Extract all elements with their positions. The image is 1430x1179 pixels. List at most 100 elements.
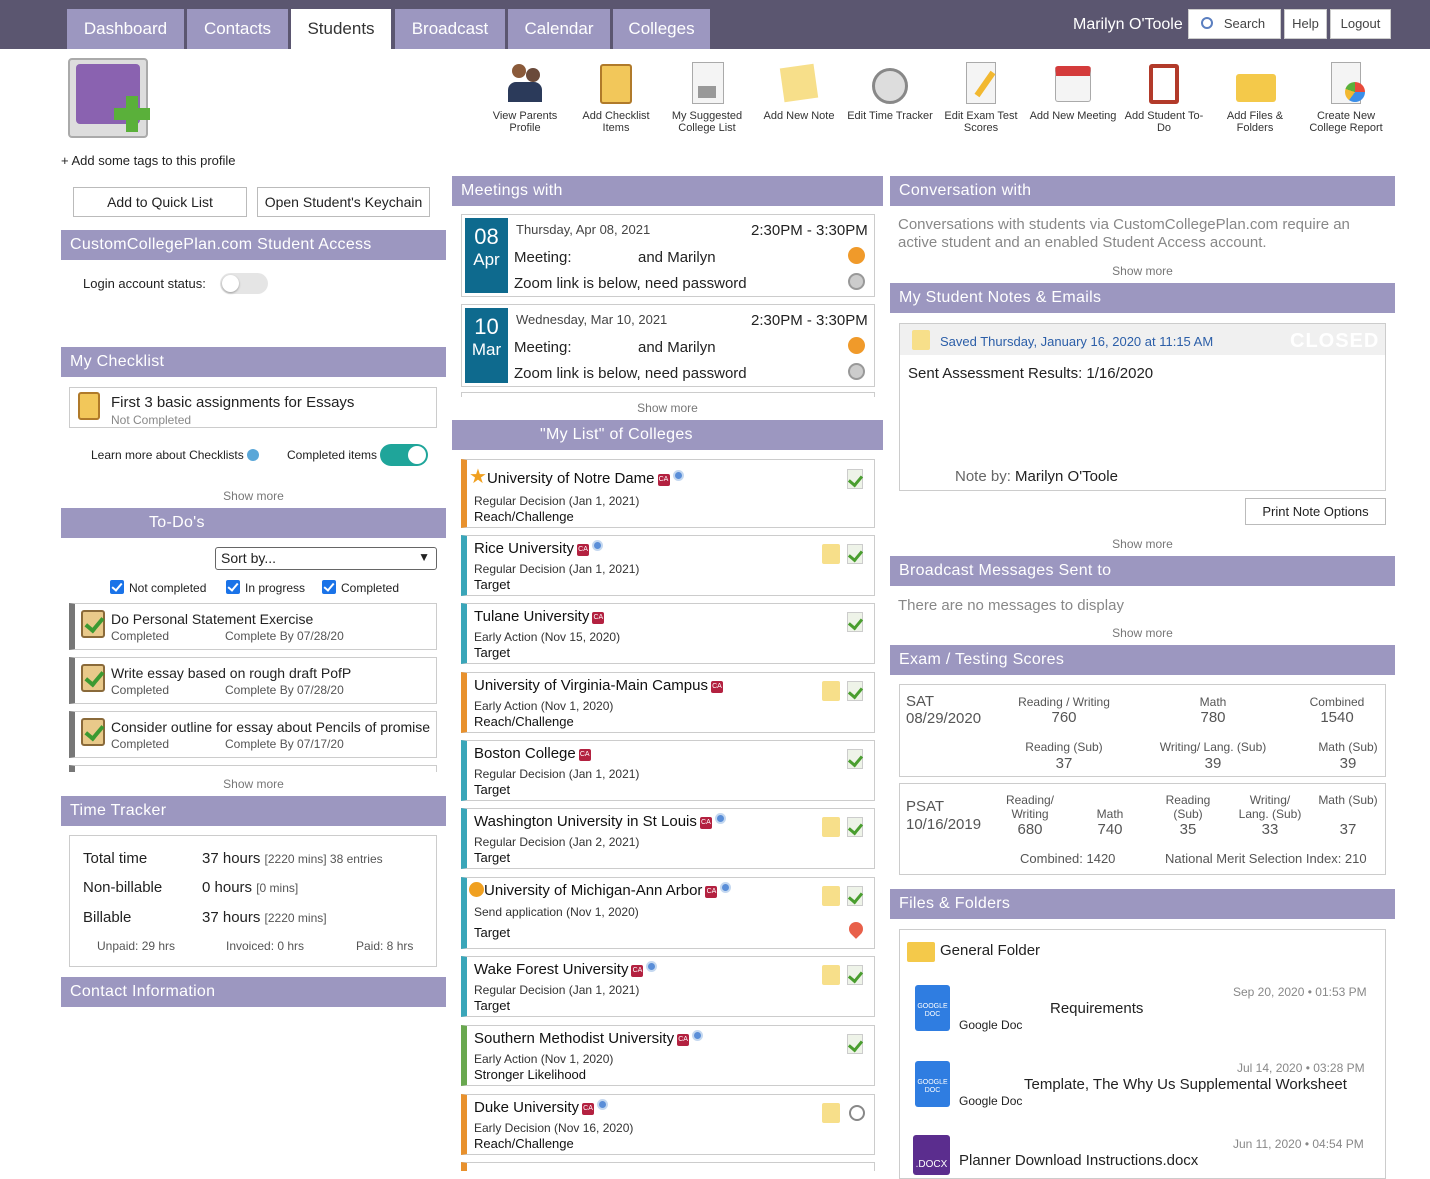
filter-completed[interactable]: Completed — [322, 580, 399, 595]
tab-students[interactable]: Students — [291, 9, 391, 49]
broadcast-show-more[interactable]: Show more — [890, 626, 1395, 640]
broadcast-header: Broadcast Messages Sent to — [890, 556, 1395, 586]
stopwatch-icon[interactable] — [848, 363, 865, 380]
pin-icon[interactable] — [846, 919, 866, 939]
tab-dashboard[interactable]: Dashboard — [67, 9, 184, 49]
filter-in-progress[interactable]: In progress — [226, 580, 305, 595]
note-author-label: Note by: — [955, 468, 1011, 485]
college-card[interactable]: Boston College CA Regular Decision (Jan 1… — [461, 740, 875, 801]
note-icon[interactable] — [822, 886, 840, 906]
file-name[interactable]: Planner Download Instructions.docx — [959, 1152, 1198, 1169]
notes-show-more[interactable]: Show more — [890, 537, 1395, 551]
psat-score-card[interactable]: PSAT 10/16/2019 Reading/ Writing 680 Mat… — [899, 783, 1386, 875]
folder-name[interactable]: General Folder — [940, 942, 1040, 959]
help-button[interactable]: Help — [1284, 9, 1327, 39]
note-icon[interactable] — [822, 817, 840, 837]
todo-item[interactable]: Do Personal Statement Exercise Completed C… — [69, 603, 437, 650]
add-student-todo-tool[interactable]: Add Student To-Do — [1119, 60, 1209, 134]
college-name[interactable]: Tulane University CA — [474, 608, 605, 625]
checklist-done-icon[interactable] — [847, 469, 863, 489]
college-name[interactable]: ★University of Notre Dame CA — [469, 464, 684, 489]
college-card[interactable]: University of Virginia-Main Campus CA Ear… — [461, 672, 875, 733]
todo-item[interactable]: Write essay based on rough draft PofP Com… — [69, 657, 437, 704]
note-icon[interactable] — [822, 544, 840, 564]
file-name[interactable]: Template, The Why Us Supplemental Worksh… — [1024, 1076, 1347, 1093]
todos-show-more[interactable]: Show more — [61, 777, 446, 791]
college-name[interactable]: Boston College CA — [474, 745, 591, 762]
view-parents-profile-tool[interactable]: View Parents Profile — [480, 60, 570, 134]
checklist-done-icon[interactable] — [847, 817, 863, 837]
stopwatch-icon[interactable] — [848, 273, 865, 290]
checklist-item[interactable]: First 3 basic assignments for Essays Not… — [69, 387, 437, 428]
checklist-done-icon[interactable] — [847, 1034, 863, 1054]
checklist-show-more[interactable]: Show more — [61, 489, 446, 503]
search-button[interactable]: Search — [1188, 9, 1281, 39]
edit-time-tracker-tool[interactable]: Edit Time Tracker — [845, 60, 935, 122]
college-card[interactable]: Duke University CA Early Decision (Nov 16… — [461, 1094, 875, 1155]
meeting-card[interactable]: 08 Apr Thursday, Apr 08, 2021 2:30PM - 3:… — [461, 214, 875, 297]
alarm-icon[interactable] — [848, 337, 865, 354]
college-name[interactable]: University of Virginia-Main Campus CA — [474, 677, 723, 694]
score-label: Math (Sub) — [1318, 740, 1378, 754]
checklist-done-icon[interactable] — [847, 886, 863, 906]
add-checklist-items-tool[interactable]: Add Checklist Items — [571, 60, 661, 134]
edit-exam-scores-tool[interactable]: Edit Exam Test Scores — [936, 60, 1026, 134]
clock-icon[interactable] — [849, 1105, 865, 1121]
login-status-toggle[interactable] — [220, 273, 268, 294]
add-new-meeting-tool[interactable]: Add New Meeting — [1028, 60, 1118, 122]
college-name[interactable]: Washington University in St Louis CA — [474, 813, 726, 830]
user-name[interactable]: Marilyn O'Toole — [1073, 16, 1183, 34]
note-card[interactable]: Saved Thursday, January 16, 2020 at 11:1… — [899, 323, 1386, 491]
filter-not-completed[interactable]: Not completed — [110, 580, 206, 595]
open-keychain-button[interactable]: Open Student's Keychain — [257, 187, 430, 217]
suggested-college-list-tool[interactable]: My Suggested College List — [662, 60, 752, 134]
create-college-report-tool[interactable]: Create New College Report — [1301, 60, 1391, 134]
college-name[interactable]: Rice University CA — [474, 540, 604, 557]
checklist-done-icon[interactable] — [847, 612, 863, 632]
college-card[interactable]: University of Michigan-Ann Arbor CA Send … — [461, 877, 875, 949]
tab-calendar[interactable]: Calendar — [508, 9, 610, 49]
college-card[interactable]: Wake Forest University CA Regular Decisio… — [461, 956, 875, 1017]
file-type: Google Doc — [959, 1018, 1023, 1032]
star-icon: ★ — [469, 466, 487, 488]
meeting-card[interactable]: 10 Mar Wednesday, Mar 10, 2021 2:30PM - 3… — [461, 304, 875, 387]
checklist-done-icon[interactable] — [847, 965, 863, 985]
tab-contacts[interactable]: Contacts — [187, 9, 288, 49]
checklist-done-icon[interactable] — [847, 681, 863, 701]
contact-info-header[interactable]: Contact Information — [61, 977, 446, 1007]
sort-select[interactable]: Sort by... ▼ — [215, 547, 437, 570]
conversation-show-more[interactable]: Show more — [890, 264, 1395, 278]
todo-item[interactable]: Consider outline for essay about Pencils… — [69, 711, 437, 758]
completed-items-toggle[interactable] — [380, 444, 428, 466]
college-name[interactable]: University of Michigan-Ann Arbor CA — [469, 882, 732, 899]
college-card[interactable]: ★University of Notre Dame CA Regular Deci… — [461, 459, 875, 528]
college-card[interactable]: Tulane University CA Early Action (Nov 15… — [461, 603, 875, 664]
note-icon[interactable] — [822, 681, 840, 701]
college-card[interactable]: Washington University in St Louis CA Regu… — [461, 808, 875, 869]
checklist-done-icon[interactable] — [847, 544, 863, 564]
learn-checklists-link[interactable]: Learn more about Checklists — [91, 448, 260, 462]
meetings-show-more[interactable]: Show more — [452, 401, 883, 415]
college-name[interactable]: Southern Methodist University CA — [474, 1030, 704, 1047]
note-icon[interactable] — [822, 1103, 840, 1123]
checklist-done-icon[interactable] — [847, 749, 863, 769]
college-card[interactable]: Rice University CA Regular Decision (Jan … — [461, 535, 875, 596]
college-card[interactable]: Southern Methodist University CA Early Ac… — [461, 1025, 875, 1086]
add-tags-link[interactable]: + Add some tags to this profile — [61, 153, 236, 168]
college-name[interactable]: Wake Forest University CA — [474, 961, 658, 978]
college-name[interactable]: Duke University CA — [474, 1099, 609, 1116]
print-note-options-button[interactable]: Print Note Options — [1245, 498, 1386, 525]
tab-colleges[interactable]: Colleges — [613, 9, 710, 49]
sat-score-card[interactable]: SAT 08/29/2020 Reading / Writing 760 Mat… — [899, 684, 1386, 777]
add-files-folders-tool[interactable]: Add Files & Folders — [1210, 60, 1300, 134]
add-to-quick-list-button[interactable]: Add to Quick List — [73, 187, 247, 217]
todo-due: Complete By 07/28/20 — [225, 683, 344, 697]
note-icon[interactable] — [822, 965, 840, 985]
file-name[interactable]: Requirements — [1050, 1000, 1143, 1017]
logout-button[interactable]: Logout — [1330, 9, 1391, 39]
alarm-icon[interactable] — [848, 247, 865, 264]
invoiced-hours: Invoiced: 0 hrs — [226, 939, 305, 953]
add-new-note-tool[interactable]: Add New Note — [754, 60, 844, 122]
tab-broadcast[interactable]: Broadcast — [395, 9, 505, 49]
profile-avatar[interactable] — [68, 58, 150, 138]
